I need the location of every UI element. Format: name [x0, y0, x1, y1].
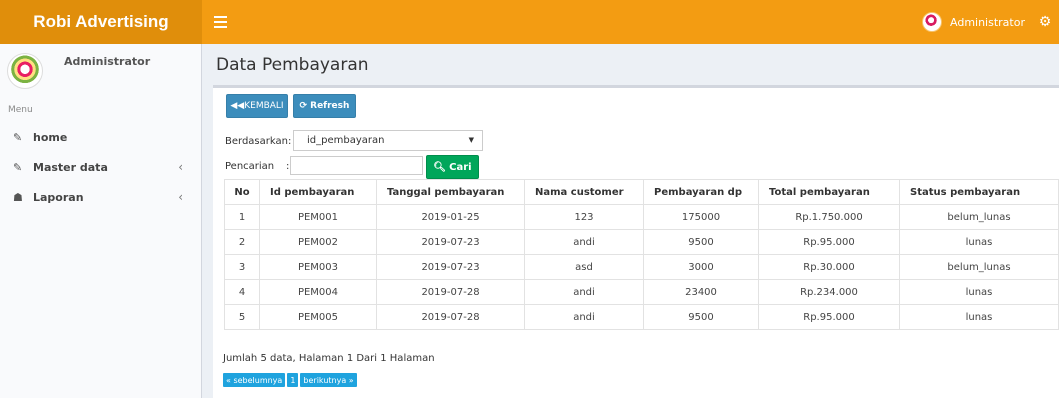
filter-select[interactable]: id_pembayaran ▼ — [293, 130, 483, 151]
avatar — [922, 12, 942, 32]
table-cell: 9500 — [643, 304, 759, 330]
sidebar-user-name: Administrator — [64, 55, 151, 68]
table-cell: lunas — [899, 279, 1059, 305]
column-header: Pembayaran dp — [643, 179, 759, 205]
user-menu[interactable]: Administrator — [922, 11, 1025, 33]
prev-page-button[interactable]: « sebelumnya — [223, 373, 286, 387]
back-button[interactable]: ◀◀ KEMBALI — [226, 94, 288, 118]
table-cell: belum_lunas — [899, 254, 1059, 280]
table-row: 1 PEM001 2019-01-25 123 175000 Rp.1.750.… — [224, 204, 1059, 230]
chevron-left-icon: ‹ — [178, 160, 183, 174]
table-cell: PEM003 — [259, 254, 377, 280]
table-cell: andi — [524, 304, 644, 330]
search-colon: : — [286, 161, 290, 172]
sidebar-item-laporan[interactable]: ☗ Laporan ‹ — [0, 182, 201, 212]
user-name: Administrator — [950, 15, 1025, 29]
table-cell: 2019-01-25 — [376, 204, 525, 230]
brand-logo[interactable]: Robi Advertising — [0, 0, 202, 44]
table-row: 3 PEM003 2019-07-23 asd 3000 Rp.30.000 b… — [224, 254, 1059, 280]
search-icon: 🔍︎ — [433, 161, 447, 173]
table-cell: 3 — [224, 254, 260, 280]
table-cell: Rp.234.000 — [758, 279, 900, 305]
payment-table: No Id pembayaran Tanggal pembayaran Nama… — [224, 179, 1059, 330]
sidebar-item-label: home — [33, 130, 68, 144]
top-navbar: Administrator ⚙ — [202, 0, 1059, 44]
table-cell: 4 — [224, 279, 260, 305]
menu-header: Menu — [8, 105, 33, 115]
table-cell: 123 — [524, 204, 644, 230]
table-cell: Rp.95.000 — [758, 304, 900, 330]
content-box: ◀◀ KEMBALI ⟳ Refresh Berdasarkan: id_pemba… — [213, 85, 1059, 398]
table-row: 2 PEM002 2019-07-23 andi 9500 Rp.95.000 … — [224, 229, 1059, 255]
table-cell: 1 — [224, 204, 260, 230]
avatar — [7, 53, 43, 89]
page-1-button[interactable]: 1 — [287, 373, 299, 387]
edit-icon: ✎ — [13, 160, 23, 174]
gears-icon[interactable]: ⚙ — [1037, 14, 1053, 30]
column-header: Total pembayaran — [758, 179, 900, 205]
edit-icon: ✎ — [13, 130, 23, 144]
refresh-button[interactable]: ⟳ Refresh — [293, 94, 356, 118]
table-cell: lunas — [899, 229, 1059, 255]
table-cell: asd — [524, 254, 644, 280]
column-header: Status pembayaran — [899, 179, 1059, 205]
column-header: Id pembayaran — [259, 179, 377, 205]
column-header: Tanggal pembayaran — [376, 179, 525, 205]
table-cell: andi — [524, 229, 644, 255]
table-cell: PEM001 — [259, 204, 377, 230]
backward-icon: ◀◀ — [230, 101, 245, 111]
table-cell: PEM005 — [259, 304, 377, 330]
pagination: « sebelumnya 1 berikutnya » — [223, 373, 359, 387]
refresh-icon: ⟳ — [299, 101, 308, 111]
table-cell: lunas — [899, 304, 1059, 330]
table-cell: Rp.30.000 — [758, 254, 900, 280]
sitemap-icon: ☗ — [13, 190, 23, 204]
search-button[interactable]: 🔍︎ Cari — [426, 155, 479, 179]
sidebar-item-label: Master data — [33, 160, 108, 174]
user-panel: Administrator — [0, 44, 201, 92]
table-cell: 175000 — [643, 204, 759, 230]
pagination-summary: Jumlah 5 data, Halaman 1 Dari 1 Halaman — [223, 353, 435, 364]
table-cell: PEM002 — [259, 229, 377, 255]
table-cell: 2019-07-28 — [376, 279, 525, 305]
sidebar-item-master-data[interactable]: ✎ Master data ‹ — [0, 152, 201, 182]
table-cell: 2 — [224, 229, 260, 255]
table-cell: 2019-07-23 — [376, 254, 525, 280]
table-cell: 2019-07-23 — [376, 229, 525, 255]
table-cell: belum_lunas — [899, 204, 1059, 230]
column-header: No — [224, 179, 260, 205]
table-cell: 3000 — [643, 254, 759, 280]
table-row: 5 PEM005 2019-07-28 andi 9500 Rp.95.000 … — [224, 304, 1059, 330]
hamburger-icon[interactable] — [214, 13, 227, 28]
table-cell: Rp.1.750.000 — [758, 204, 900, 230]
search-input[interactable] — [290, 156, 423, 175]
caret-down-icon: ▼ — [468, 136, 474, 144]
table-cell: andi — [524, 279, 644, 305]
chevron-left-icon: ‹ — [178, 190, 183, 204]
sidebar-item-home[interactable]: ✎ home — [0, 122, 201, 152]
table-row: 4 PEM004 2019-07-28 andi 23400 Rp.234.00… — [224, 279, 1059, 305]
page-title: Data Pembayaran — [216, 55, 369, 75]
sidebar: Administrator Menu ✎ home ✎ Master data … — [0, 44, 202, 398]
search-label: Pencarian — [225, 161, 275, 172]
next-page-button[interactable]: berikutnya » — [300, 373, 357, 387]
table-cell: 23400 — [643, 279, 759, 305]
table-cell: PEM004 — [259, 279, 377, 305]
sidebar-item-label: Laporan — [33, 190, 84, 204]
column-header: Nama customer — [524, 179, 644, 205]
table-cell: Rp.95.000 — [758, 229, 900, 255]
table-cell: 5 — [224, 304, 260, 330]
table-cell: 9500 — [643, 229, 759, 255]
table-cell: 2019-07-28 — [376, 304, 525, 330]
filter-label: Berdasarkan: — [225, 136, 292, 147]
